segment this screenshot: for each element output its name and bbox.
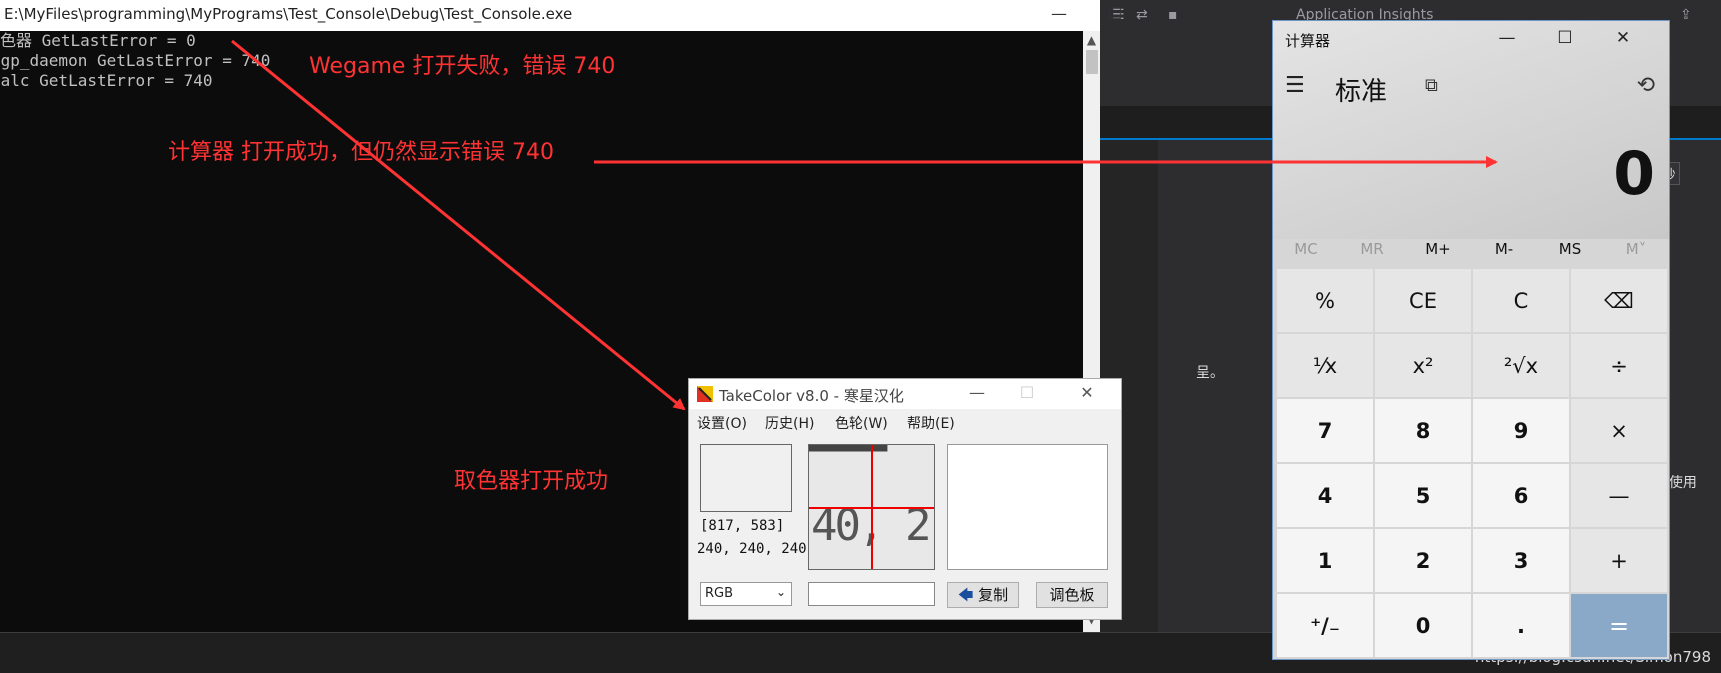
share-icon[interactable]: ⇪ xyxy=(1680,7,1692,23)
key-divide[interactable]: ÷ xyxy=(1571,334,1667,397)
key-3[interactable]: 3 xyxy=(1473,529,1569,592)
memory-button[interactable]: M+ xyxy=(1405,240,1471,258)
takecolor-titlebar: TakeColor v8.0 - 寒星汉化 — ☐ ✕ xyxy=(689,379,1121,409)
key-percent[interactable]: % xyxy=(1277,269,1373,332)
key-8[interactable]: 8 xyxy=(1375,399,1471,462)
menu-help[interactable]: 帮助(E) xyxy=(907,413,955,433)
key-0[interactable]: 0 xyxy=(1375,594,1471,657)
copy-button[interactable]: 🡄 复制 xyxy=(947,582,1019,608)
key-sqrt[interactable]: ²√x xyxy=(1473,334,1569,397)
key-2[interactable]: 2 xyxy=(1375,529,1471,592)
memory-button[interactable]: M˅ xyxy=(1603,240,1669,258)
maximize-button[interactable]: ☐ xyxy=(1543,25,1587,53)
menu-history[interactable]: 历史(H) xyxy=(765,413,814,433)
annotation-takecolor: 取色器打开成功 xyxy=(454,469,609,494)
memory-button[interactable]: MC xyxy=(1273,240,1339,258)
keep-on-top-icon[interactable]: ⧉ xyxy=(1425,75,1438,96)
minimize-button[interactable]: — xyxy=(1485,25,1529,53)
calculator-header xyxy=(1273,21,1669,239)
arrow-left-icon: 🡄 xyxy=(957,586,974,604)
copy-label: 复制 xyxy=(978,586,1009,604)
maximize-button[interactable]: ☐ xyxy=(1092,0,1138,31)
vs-fragment-2: 呈。 xyxy=(1196,365,1224,381)
takecolor-menu: 设置(O) 历史(H) 色轮(W) 帮助(E) xyxy=(689,409,1121,435)
console-scroll-thumb[interactable] xyxy=(1086,50,1098,74)
calculator-display: 0 xyxy=(1613,139,1655,209)
annotation-calc: 计算器 打开成功，但仍然显示错误 740 xyxy=(168,140,554,165)
console-titlebar: E:\MyFiles\programming\MyPrograms\Test_C… xyxy=(0,0,1122,31)
key-9[interactable]: 9 xyxy=(1473,399,1569,462)
key-add[interactable]: + xyxy=(1571,529,1667,592)
key-clear-entry[interactable]: CE xyxy=(1375,269,1471,332)
minimize-button[interactable]: — xyxy=(1036,0,1082,31)
minimize-button[interactable]: — xyxy=(959,381,995,407)
key-equals[interactable]: = xyxy=(1571,594,1667,657)
key-square[interactable]: x² xyxy=(1375,334,1471,397)
chevron-down-icon: ⌄ xyxy=(775,585,786,599)
takecolor-logo-icon xyxy=(697,386,713,402)
format-select[interactable]: RGB ⌄ xyxy=(700,582,792,606)
key-5[interactable]: 5 xyxy=(1375,464,1471,527)
key-7[interactable]: 7 xyxy=(1277,399,1373,462)
maximize-button[interactable]: ☐ xyxy=(1009,381,1045,407)
cursor-coords: [817, 583] xyxy=(700,518,785,534)
key-reciprocal[interactable]: ¹⁄x xyxy=(1277,334,1373,397)
key-clear[interactable]: C xyxy=(1473,269,1569,332)
memory-row: MC MR M+ M- MS M˅ xyxy=(1273,235,1669,265)
history-icon[interactable]: ⟲ xyxy=(1637,73,1655,98)
console-title: E:\MyFiles\programming\MyPrograms\Test_C… xyxy=(4,5,573,23)
annotation-wegame: Wegame 打开失败，错误 740 xyxy=(309,54,616,79)
menu-settings[interactable]: 设置(O) xyxy=(697,413,747,433)
palette-button[interactable]: 调色板 xyxy=(1036,582,1108,608)
hamburger-menu-icon[interactable]: ☰ xyxy=(1285,73,1305,98)
key-multiply[interactable]: × xyxy=(1571,399,1667,462)
rgb-readout: 240, 240, 240 xyxy=(697,541,807,557)
close-button[interactable]: ✕ xyxy=(1601,25,1645,53)
key-decimal[interactable]: . xyxy=(1473,594,1569,657)
calculator-keypad: % CE C ⌫ ¹⁄x x² ²√x ÷ 7 8 9 × 4 5 6— 1 2 3 + ⁺/₋ 0. = xyxy=(1277,269,1667,657)
color-preview xyxy=(947,444,1108,570)
key-1[interactable]: 1 xyxy=(1277,529,1373,592)
close-button[interactable]: ✕ xyxy=(1069,381,1105,407)
key-negate[interactable]: ⁺/₋ xyxy=(1277,594,1373,657)
calculator-title: 计算器 xyxy=(1285,32,1331,50)
menu-wheel[interactable]: 色轮(W) xyxy=(835,413,888,433)
key-subtract[interactable]: — xyxy=(1571,464,1667,527)
calculator-mode: 标准 xyxy=(1335,77,1388,107)
memory-button[interactable]: M- xyxy=(1471,240,1537,258)
color-value-input[interactable] xyxy=(808,582,935,606)
memory-button[interactable]: MR xyxy=(1339,240,1405,258)
format-value: RGB xyxy=(705,586,734,601)
key-4[interactable]: 4 xyxy=(1277,464,1373,527)
key-6[interactable]: 6 xyxy=(1473,464,1569,527)
scroll-up-icon[interactable]: ▲ xyxy=(1083,33,1100,47)
color-swatch xyxy=(700,444,792,512)
memory-button[interactable]: MS xyxy=(1537,240,1603,258)
takecolor-window: TakeColor v8.0 - 寒星汉化 — ☐ ✕ 设置(O) 历史(H) … xyxy=(688,378,1122,620)
calculator-window: 计算器 — ☐ ✕ ☰ 标准 ⧉ ⟲ 0 MC MR M+ M- MS M˅ % CE C ⌫ ¹… xyxy=(1272,20,1670,660)
save-icon[interactable]: ▪ xyxy=(1168,7,1178,23)
magnifier: ▀▀▀▀▀ 40, 2 xyxy=(808,444,935,570)
takecolor-title: TakeColor v8.0 - 寒星汉化 xyxy=(719,387,904,405)
key-backspace[interactable]: ⌫ xyxy=(1571,269,1667,332)
